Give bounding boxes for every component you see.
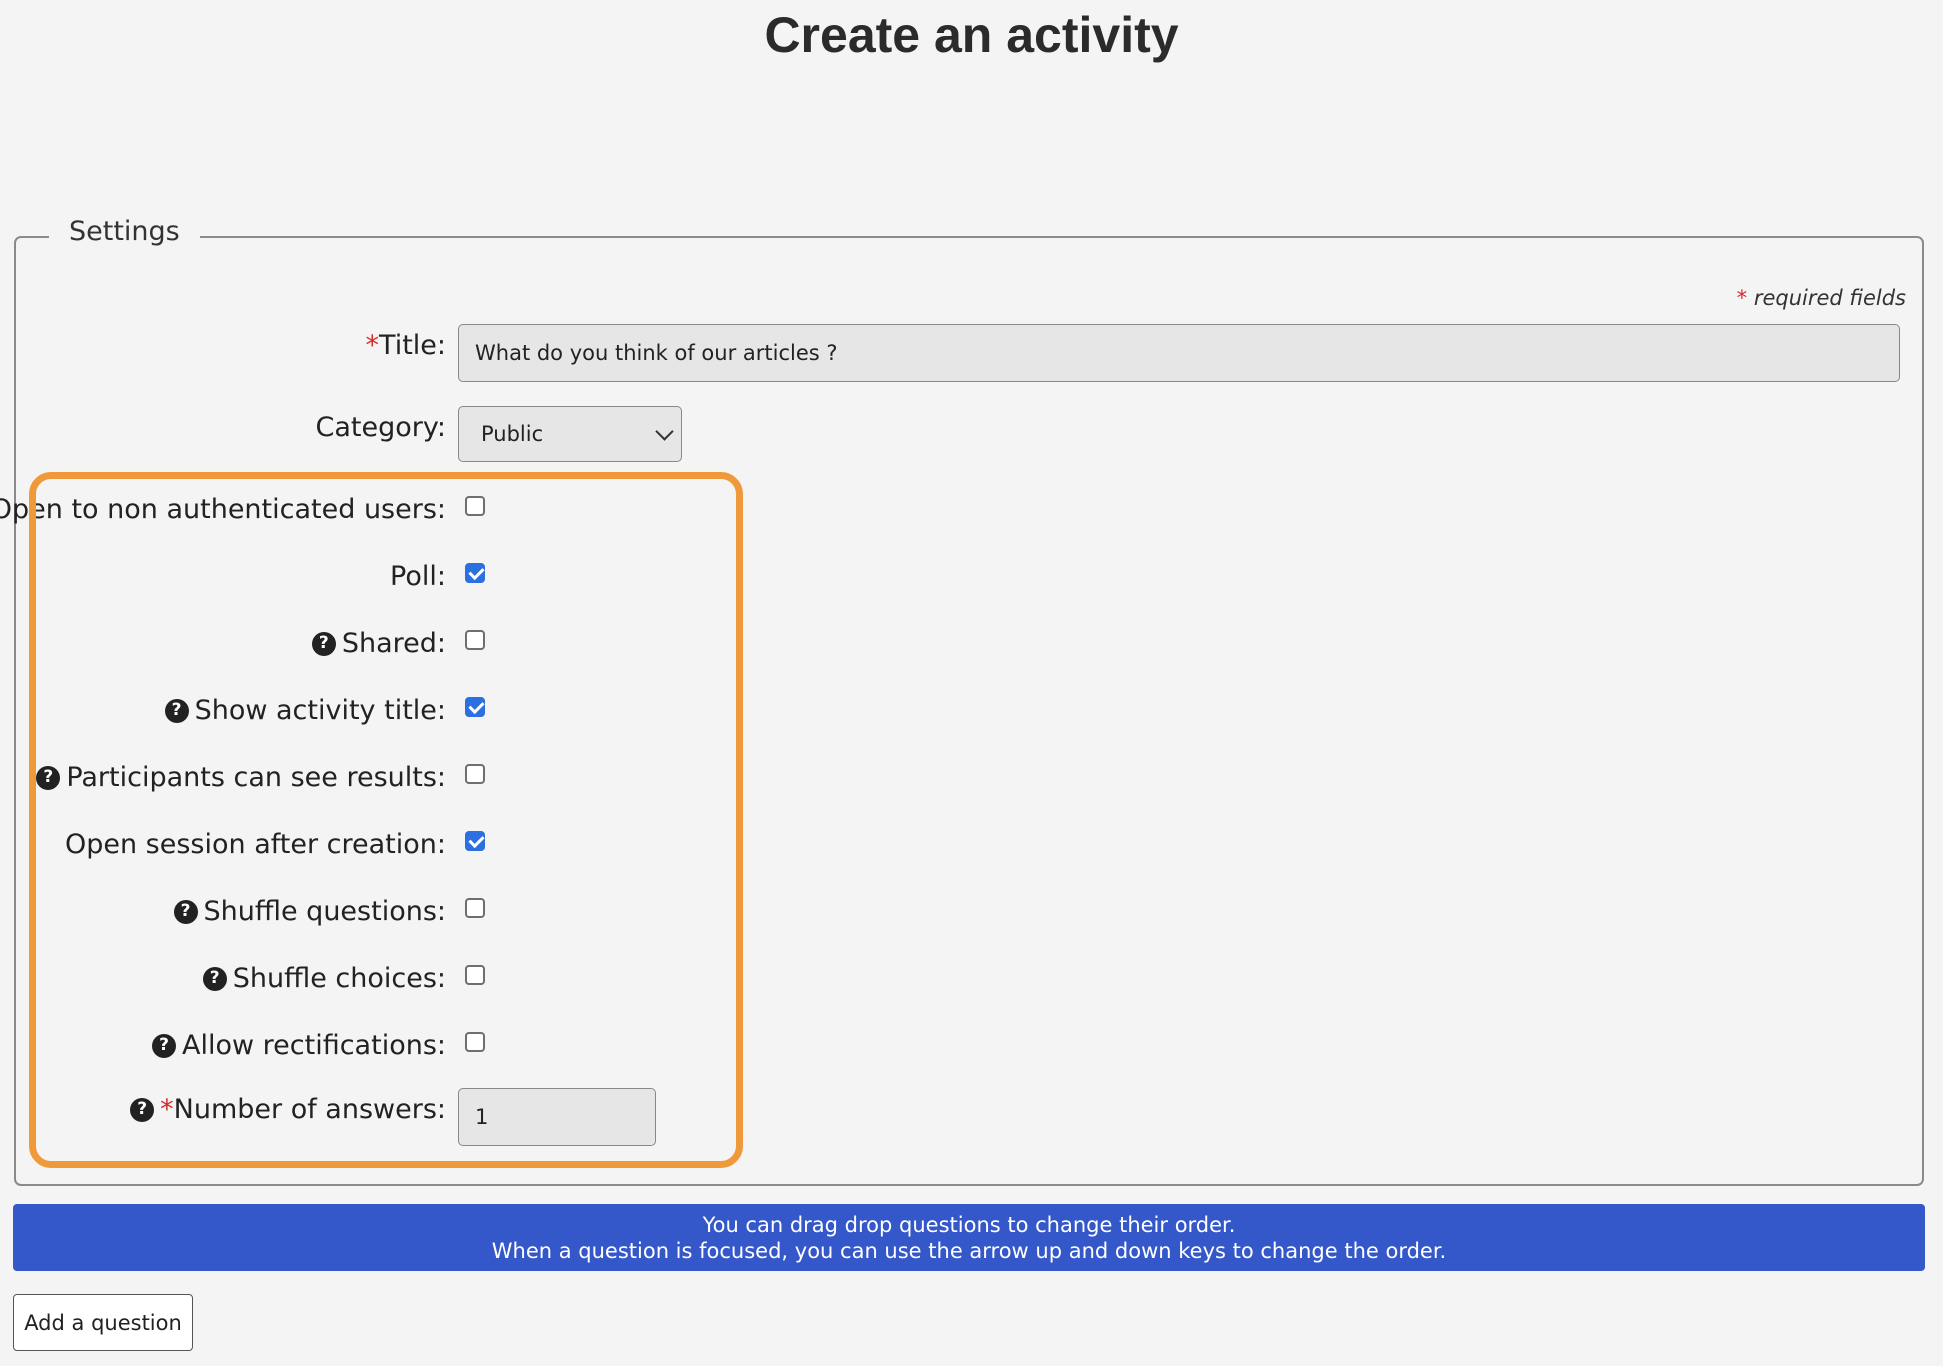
option-label: ? Allow rectifications: [152, 1030, 446, 1061]
title-label: *Title: [365, 330, 446, 361]
option-label-text: Open session after creation: [64, 829, 446, 860]
settings-legend: Settings [49, 216, 200, 247]
option-checkbox[interactable] [465, 697, 485, 717]
option-label: ? Shared: [311, 628, 446, 659]
option-label-text: Open to non authenticated users: [0, 494, 446, 525]
question-circle-icon[interactable]: ? [164, 698, 189, 723]
option-row: Poll: [16, 561, 816, 601]
option-row: ? Shared: [16, 628, 816, 668]
option-label: ? Shuffle questions: [173, 896, 446, 927]
option-row: Open session after creation: [16, 829, 816, 869]
info-banner-line-2: When a question is focused, you can use … [491, 1239, 1447, 1263]
question-circle-icon[interactable]: ? [130, 1097, 155, 1122]
number-of-answers-input[interactable]: 1 [458, 1088, 656, 1146]
option-label-text: Shared: [341, 628, 446, 659]
option-label-text: Show activity title: [194, 695, 446, 726]
option-row: ? Shuffle choices: [16, 963, 816, 1003]
required-star: * [1736, 286, 1748, 310]
question-circle-icon[interactable]: ? [173, 899, 198, 924]
option-checkbox[interactable] [465, 1032, 485, 1052]
option-label-text: Participants can see results: [66, 762, 446, 793]
answers-row: ? *Number of answers: [16, 1094, 816, 1134]
option-label: ? Participants can see results: [36, 762, 446, 793]
option-label: ? Shuffle choices: [202, 963, 446, 994]
option-checkbox[interactable] [465, 764, 485, 784]
option-row: Open to non authenticated users: [0, 494, 816, 534]
option-label: Open to non authenticated users: [0, 494, 446, 525]
chevron-down-icon [655, 422, 674, 441]
category-row: Category: [16, 412, 816, 452]
category-select[interactable]: Public [458, 406, 682, 462]
option-checkbox[interactable] [465, 898, 485, 918]
page-title: Create an activity [764, 7, 1179, 63]
option-label: Open session after creation: [65, 829, 446, 860]
option-label: Poll: [390, 561, 446, 592]
title-input[interactable]: What do you think of our articles ? [458, 324, 1900, 382]
option-checkbox[interactable] [465, 496, 485, 516]
required-fields-note: * required fields [1737, 286, 1906, 310]
option-row: ? Show activity title: [16, 695, 816, 735]
option-row: ? Participants can see results: [16, 762, 816, 802]
option-label-text: Shuffle questions: [203, 896, 446, 927]
add-question-button[interactable]: Add a question [13, 1294, 193, 1351]
option-checkbox[interactable] [465, 965, 485, 985]
option-row: ? Shuffle questions: [16, 896, 816, 936]
required-fields-text: required fields [1753, 286, 1906, 310]
info-banner-line-1: You can drag drop questions to change th… [702, 1213, 1236, 1237]
settings-fieldset: Settings * required fields *Title: What … [0, 216, 1924, 1186]
answers-label: ? *Number of answers: [130, 1094, 446, 1125]
option-label-text: Allow rectifications: [182, 1030, 446, 1061]
category-label: Category: [315, 412, 446, 443]
question-circle-icon[interactable]: ? [36, 765, 61, 790]
info-banner: You can drag drop questions to change th… [13, 1204, 1925, 1271]
option-checkbox[interactable] [465, 630, 485, 650]
option-label: ? Show activity title: [164, 695, 446, 726]
option-checkbox[interactable] [465, 563, 485, 583]
option-label-text: Poll: [390, 561, 446, 592]
option-checkbox[interactable] [465, 831, 485, 851]
question-circle-icon[interactable]: ? [202, 966, 227, 991]
option-label-text: Shuffle choices: [232, 963, 446, 994]
question-circle-icon[interactable]: ? [152, 1033, 176, 1058]
question-circle-icon[interactable]: ? [311, 631, 336, 656]
category-select-value: Public [481, 422, 544, 446]
option-row: ? Allow rectifications: [16, 1030, 816, 1070]
